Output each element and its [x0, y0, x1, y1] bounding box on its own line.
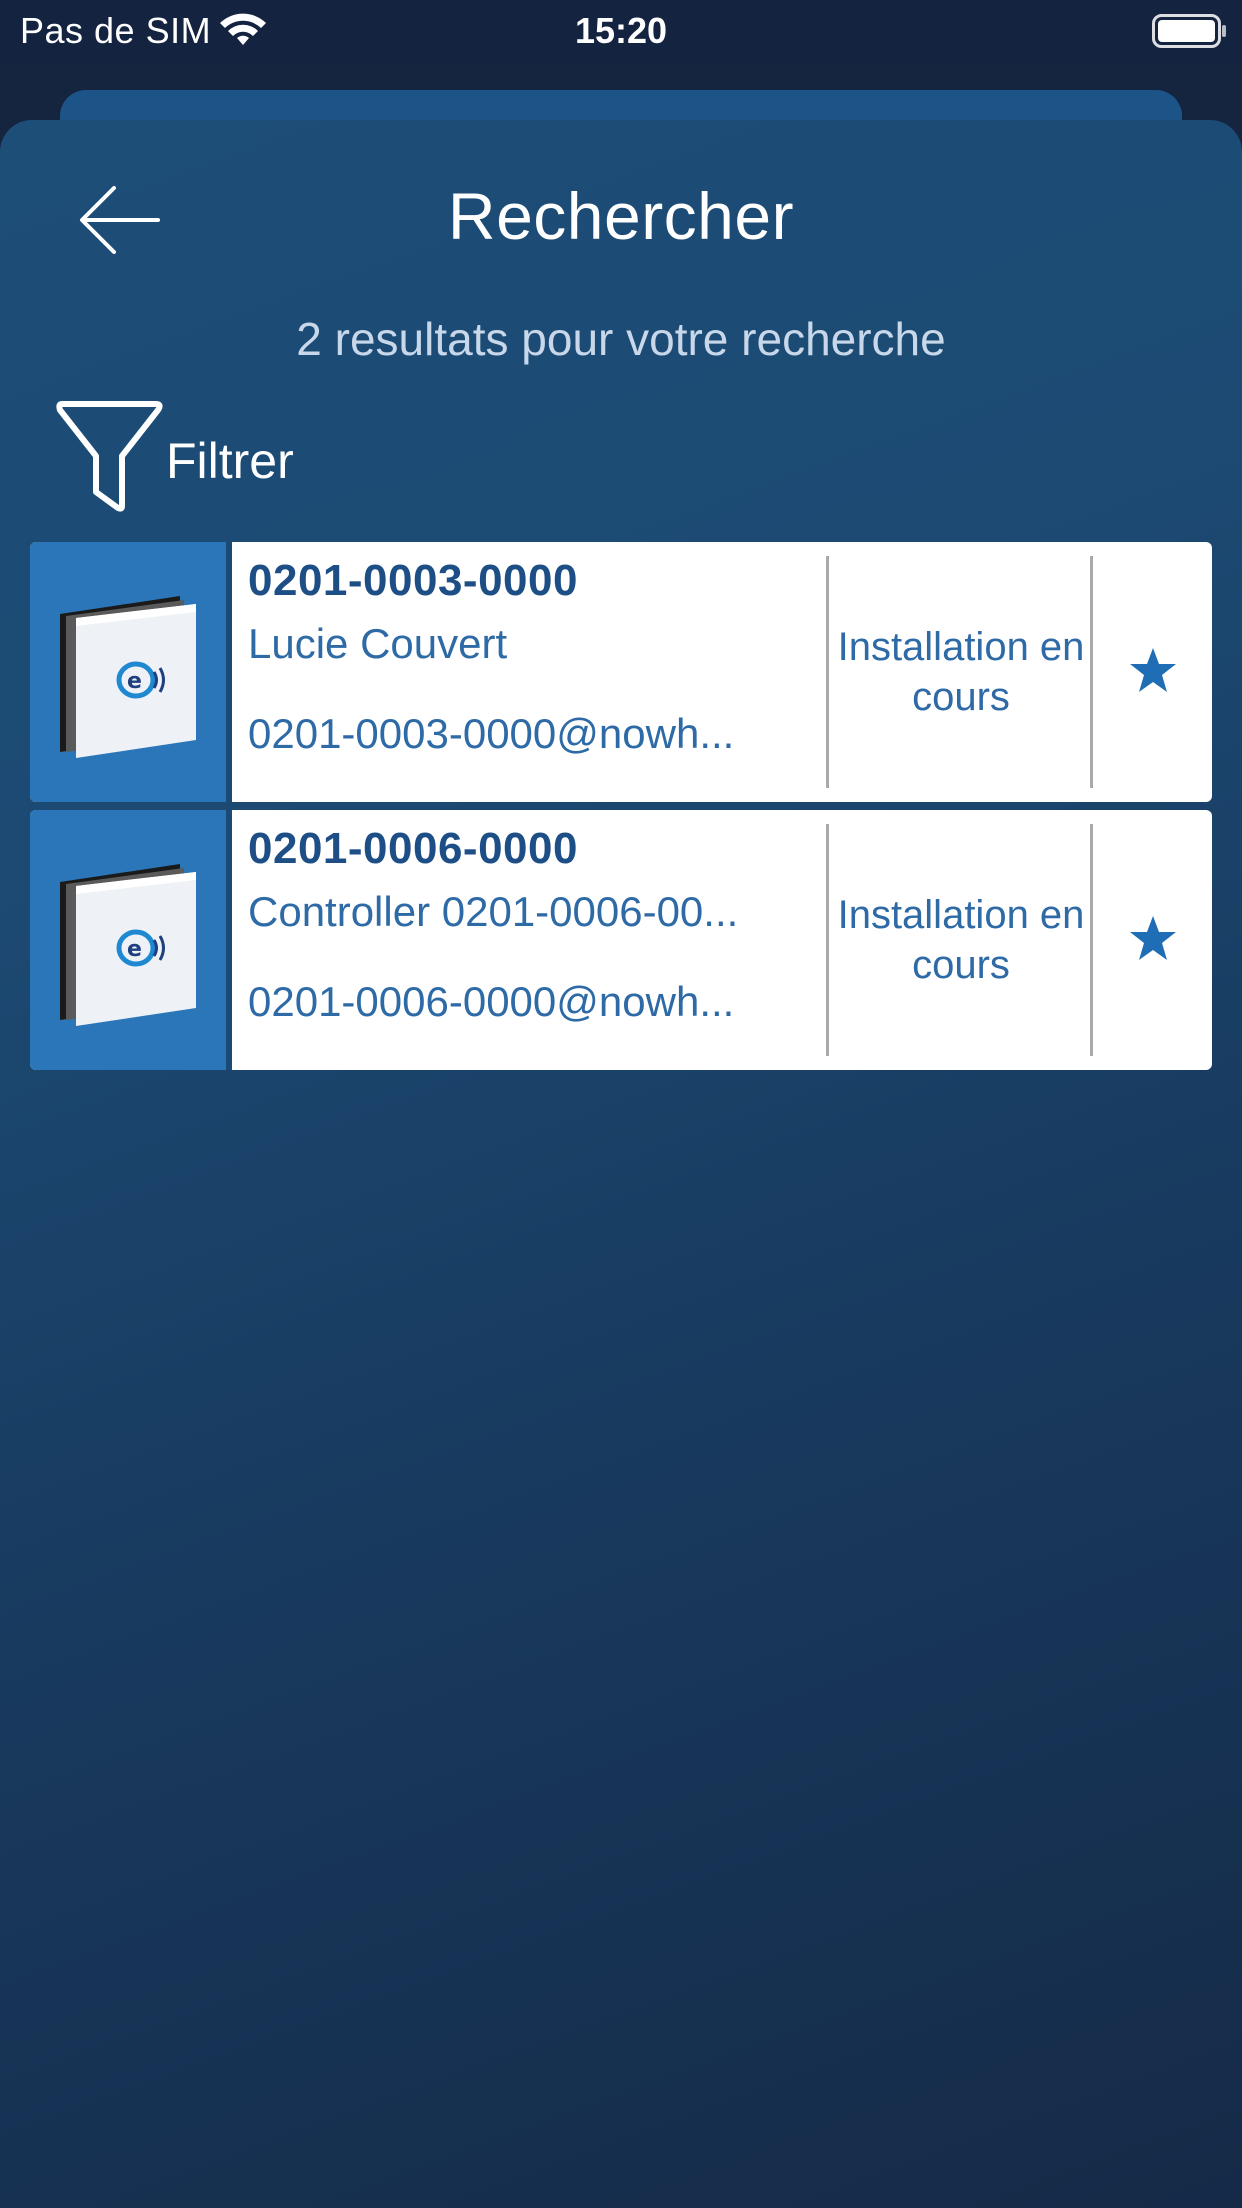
device-id: 0201-0006-0000 [248, 824, 578, 873]
funnel-icon [56, 401, 163, 512]
column-divider [826, 556, 829, 788]
results-summary: 2 resultats pour votre recherche [296, 313, 946, 365]
device-thumbnail: e [30, 542, 226, 802]
device-name: Lucie Couvert [248, 620, 508, 667]
status-bar: Pas de SIM 15:20 [0, 0, 1242, 62]
device-name: Controller 0201-0006-00... [248, 888, 739, 935]
star-icon [1130, 916, 1176, 960]
result-list: e 0201-0003-0000 Lucie Couvert 0201-0003… [30, 542, 1212, 1078]
thumbnail-divider [226, 810, 232, 1070]
thumbnail-divider [226, 542, 232, 802]
search-sheet: Rechercher 2 resultats pour votre recher… [0, 120, 1242, 2208]
device-email: 0201-0006-0000@nowh... [248, 978, 735, 1025]
result-item[interactable]: e 0201-0003-0000 Lucie Couvert 0201-0003… [30, 542, 1212, 802]
filter-label: Filtrer [166, 433, 294, 489]
controller-device-icon: e [60, 596, 196, 758]
clock: 15:20 [574, 10, 668, 51]
star-icon [1130, 648, 1176, 692]
svg-text:e: e [127, 669, 142, 694]
result-item[interactable]: e 0201-0006-0000 Controller 0201-0006-00… [30, 810, 1212, 1070]
filter-button[interactable]: Filtrer [56, 398, 356, 518]
column-divider [826, 824, 829, 1056]
controller-device-icon: e [60, 864, 196, 1026]
installation-status: Installation en cours [837, 625, 1085, 719]
svg-text:e: e [127, 937, 142, 962]
favorite-button[interactable] [1093, 542, 1212, 802]
page-title: Rechercher [447, 179, 795, 253]
battery-icon [1152, 14, 1226, 48]
device-id: 0201-0003-0000 [248, 556, 578, 605]
device-email: 0201-0003-0000@nowh... [248, 710, 735, 757]
device-thumbnail: e [30, 810, 226, 1070]
installation-status: Installation en cours [837, 893, 1085, 987]
favorite-button[interactable] [1093, 810, 1212, 1070]
